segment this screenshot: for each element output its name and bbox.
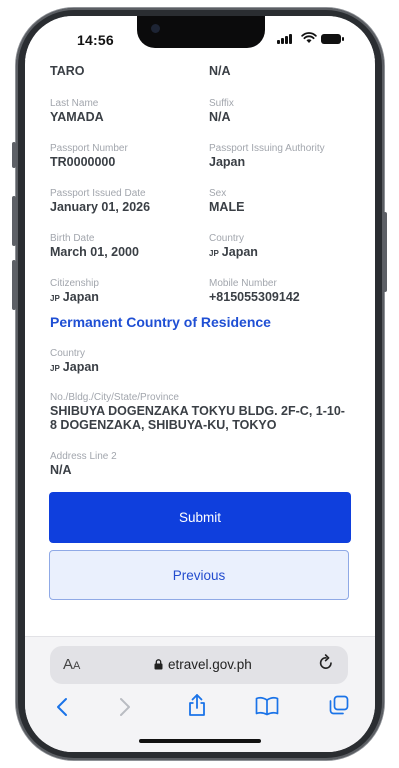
field-last-name: Last Name YAMADA: [50, 98, 200, 124]
field-address-line-2: Address Line 2 N/A: [50, 451, 200, 477]
previous-button[interactable]: Previous: [49, 550, 349, 600]
field-passport-issuing-authority: Passport Issuing Authority Japan: [209, 143, 359, 169]
field-birth-date: Birth Date March 01, 2000: [50, 233, 200, 259]
wifi-icon: [301, 32, 317, 43]
home-indicator[interactable]: [139, 739, 261, 743]
cellular-signal-icon: [277, 34, 292, 44]
field-value: N/A: [209, 110, 231, 124]
field-value: TR0000000: [50, 155, 116, 169]
field-label: Suffix: [209, 98, 234, 109]
mute-switch: [12, 142, 16, 168]
volume-up-button: [12, 196, 16, 246]
field-label: Mobile Number: [209, 278, 277, 289]
volume-down-button: [12, 260, 16, 310]
battery-icon: [321, 34, 344, 44]
field-mobile-number: Mobile Number +815055309142: [209, 278, 359, 304]
section-heading-residence: Permanent Country of Residence: [50, 314, 271, 330]
field-suffix: Suffix N/A: [209, 98, 359, 124]
browser-chrome: AA etravel.gov.ph: [25, 636, 375, 752]
share-icon[interactable]: [187, 693, 207, 717]
field-sex: Sex MALE: [209, 188, 359, 214]
phone-screen: First Name TARO Middle Name N/A Last Nam…: [25, 16, 375, 752]
field-address: No./Bldg./City/State/Province SHIBUYA DO…: [50, 392, 350, 432]
field-value: TARO: [50, 64, 85, 78]
status-time: 14:56: [77, 32, 114, 48]
url-display[interactable]: etravel.gov.ph: [154, 657, 252, 672]
country-name: Japan: [62, 290, 99, 304]
field-value: +815055309142: [209, 290, 300, 304]
field-label: Passport Number: [50, 143, 128, 154]
power-button: [383, 212, 387, 292]
field-value: JP Japan: [50, 360, 200, 376]
url-text: etravel.gov.ph: [168, 657, 252, 672]
country-code-badge: JP: [209, 249, 219, 258]
field-label: Passport Issuing Authority: [209, 143, 325, 154]
field-value: N/A: [209, 64, 231, 78]
tabs-icon[interactable]: [329, 695, 349, 715]
front-camera: [151, 24, 160, 33]
field-value: JP Japan: [209, 245, 359, 261]
aa-large: A: [63, 656, 74, 673]
field-value: Japan: [209, 155, 246, 169]
field-value: SHIBUYA DOGENZAKA TOKYU BLDG. 2F-C, 1-10…: [50, 404, 345, 432]
field-label: Passport Issued Date: [50, 188, 146, 199]
reload-icon[interactable]: [318, 654, 334, 672]
field-passport-number: Passport Number TR0000000: [50, 143, 200, 169]
back-icon[interactable]: [55, 697, 69, 717]
field-country: Country JP Japan: [209, 233, 359, 261]
country-code-badge: JP: [50, 294, 60, 303]
field-value: N/A: [50, 463, 72, 477]
field-label: Birth Date: [50, 233, 95, 244]
bookmarks-icon[interactable]: [255, 696, 279, 716]
aa-small: A: [73, 660, 81, 672]
field-value: MALE: [209, 200, 245, 214]
field-value: JP Japan: [50, 290, 200, 306]
lock-icon: [154, 659, 163, 670]
field-label: Last Name: [50, 98, 99, 109]
field-value: March 01, 2000: [50, 245, 139, 259]
field-label: Country: [209, 233, 245, 244]
field-label: Citizenship: [50, 278, 99, 289]
text-size-button[interactable]: AA: [63, 656, 80, 673]
field-citizenship: Citizenship JP Japan: [50, 278, 200, 306]
submit-button[interactable]: Submit: [49, 492, 351, 543]
forward-icon[interactable]: [118, 697, 132, 717]
review-form: First Name TARO Middle Name N/A Last Nam…: [25, 16, 375, 636]
country-name: Japan: [221, 245, 258, 259]
field-value: YAMADA: [50, 110, 104, 124]
browser-toolbar: [25, 691, 375, 727]
field-label: Country: [50, 348, 86, 359]
country-code-badge: JP: [50, 364, 60, 373]
field-passport-issued-date: Passport Issued Date January 01, 2026: [50, 188, 200, 214]
field-label: No./Bldg./City/State/Province: [50, 392, 179, 403]
field-label: Address Line 2: [50, 451, 117, 462]
field-value: January 01, 2026: [50, 200, 151, 214]
field-residence-country: Country JP Japan: [50, 348, 200, 376]
address-bar[interactable]: AA etravel.gov.ph: [50, 646, 348, 684]
dynamic-notch: [137, 16, 265, 48]
field-label: Sex: [209, 188, 227, 199]
country-name: Japan: [62, 360, 99, 374]
